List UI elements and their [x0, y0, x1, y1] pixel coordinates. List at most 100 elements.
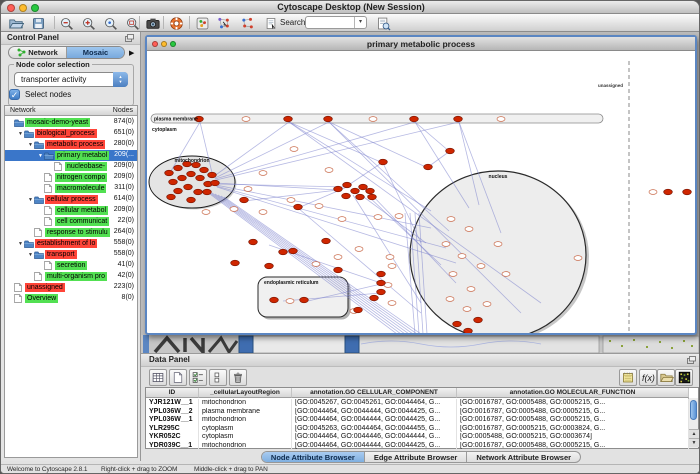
- search-dropdown-icon[interactable]: ▾: [354, 17, 366, 28]
- network-node-outlined[interactable]: [442, 242, 450, 247]
- float-data-panel-icon[interactable]: [687, 356, 696, 364]
- table-cell[interactable]: [GO:0016787, GO:0005215, GO:0003824, G..…: [457, 425, 689, 434]
- table-cell[interactable]: mitochondrion: [199, 416, 292, 425]
- tree-row[interactable]: secretion41(0): [5, 260, 137, 271]
- tree-row[interactable]: ▼metabolic process280(0): [5, 139, 137, 150]
- tree-expand-icon[interactable]: ▼: [17, 241, 24, 247]
- network-node[interactable]: [366, 188, 375, 194]
- network-node-outlined[interactable]: [374, 215, 382, 220]
- network-node[interactable]: [203, 189, 212, 195]
- network-node[interactable]: [377, 271, 386, 277]
- network-node-outlined[interactable]: [386, 255, 394, 260]
- tree-row[interactable]: cell communicat22(0): [5, 216, 137, 227]
- tree-row[interactable]: Overview8(0): [5, 293, 137, 304]
- table-cell[interactable]: [GO:0016787, GO:0005488, GO:0005215, G..…: [457, 416, 689, 425]
- matrix-button[interactable]: [675, 369, 693, 386]
- network-node[interactable]: [334, 267, 343, 273]
- table-column-header[interactable]: _cellularLayoutRegion: [199, 388, 292, 398]
- network-node-outlined[interactable]: [290, 147, 298, 152]
- network-node[interactable]: [208, 172, 217, 178]
- network-node-outlined[interactable]: [458, 254, 466, 259]
- zoom-selected-icon[interactable]: [102, 15, 119, 31]
- tab-node-attribute-browser[interactable]: Node Attribute Browser: [262, 452, 364, 462]
- network-node[interactable]: [377, 289, 386, 295]
- network-node-outlined[interactable]: [202, 210, 210, 215]
- table-cell[interactable]: cytoplasm: [199, 425, 292, 434]
- search-input[interactable]: ▾: [305, 16, 367, 29]
- table-cell[interactable]: [GO:0016787, GO:0005488, GO:0005215, G..…: [457, 408, 689, 417]
- color-attribute-dropdown[interactable]: transporter activity ▲▼: [14, 72, 128, 87]
- network-node[interactable]: [464, 328, 473, 333]
- network-node-outlined[interactable]: [395, 214, 403, 219]
- network-node-outlined[interactable]: [494, 242, 502, 247]
- new-attribute-button[interactable]: [169, 369, 187, 386]
- snapshot-camera-icon[interactable]: [144, 15, 161, 31]
- network-node[interactable]: [351, 188, 360, 194]
- network-node-outlined[interactable]: [259, 171, 267, 176]
- layout-network-alt-icon[interactable]: [239, 15, 256, 31]
- table-cell[interactable]: YPL036W__2: [146, 408, 199, 417]
- network-node[interactable]: [334, 186, 343, 192]
- network-node[interactable]: [664, 189, 673, 195]
- network-node[interactable]: [379, 159, 388, 165]
- network-node[interactable]: [410, 116, 419, 122]
- search-text-input[interactable]: [308, 17, 354, 28]
- network-node[interactable]: [265, 263, 274, 269]
- table-cell[interactable]: cytoplasm: [199, 433, 292, 442]
- network-node[interactable]: [231, 260, 240, 266]
- network-node-outlined[interactable]: [242, 117, 250, 122]
- tab-network[interactable]: Network: [9, 47, 66, 58]
- network-node[interactable]: [359, 184, 368, 190]
- table-cell[interactable]: [GO:0045263, GO:0044464, GO:0044455, G..…: [292, 425, 457, 434]
- network-node-outlined[interactable]: [312, 262, 320, 267]
- network-node[interactable]: [424, 164, 433, 170]
- network-node[interactable]: [368, 194, 377, 200]
- annotation-icon[interactable]: [262, 15, 279, 31]
- tree-row[interactable]: ▼primary metabol209(...: [5, 150, 137, 161]
- network-node[interactable]: [184, 184, 193, 190]
- enhanced-search-icon[interactable]: [375, 15, 392, 31]
- network-node[interactable]: [474, 317, 483, 323]
- network-node-outlined[interactable]: [338, 217, 346, 222]
- network-node-outlined[interactable]: [465, 227, 473, 232]
- network-node[interactable]: [279, 249, 288, 255]
- network-node[interactable]: [294, 204, 303, 210]
- table-cell[interactable]: YJR121W__1: [146, 399, 199, 408]
- tree-row[interactable]: nucleobase-209(0): [5, 161, 137, 172]
- attribute-grid-button[interactable]: [149, 369, 167, 386]
- tabs-overflow-arrow-icon[interactable]: ▶: [129, 49, 134, 57]
- network-node[interactable]: [322, 238, 331, 244]
- network-node-outlined[interactable]: [483, 302, 491, 307]
- table-cell[interactable]: YKR052C: [146, 433, 199, 442]
- network-node-outlined[interactable]: [463, 307, 471, 312]
- network-node[interactable]: [200, 167, 209, 173]
- network-node[interactable]: [174, 188, 183, 194]
- network-node-outlined[interactable]: [502, 272, 510, 277]
- tree-row[interactable]: cellular metabol209(0): [5, 205, 137, 216]
- unselect-attributes-button[interactable]: [209, 369, 227, 386]
- network-node-outlined[interactable]: [369, 117, 377, 122]
- select-attributes-button[interactable]: [189, 369, 207, 386]
- network-node-outlined[interactable]: [497, 117, 505, 122]
- network-node-outlined[interactable]: [259, 210, 267, 215]
- tab-mosaic[interactable]: Mosaic: [66, 47, 124, 58]
- tree-row[interactable]: ▼transport558(0): [5, 249, 137, 260]
- tree-row[interactable]: response to stimulu264(0): [5, 227, 137, 238]
- tree-row[interactable]: multi-organism pro42(0): [5, 271, 137, 282]
- network-node-outlined[interactable]: [388, 301, 396, 306]
- table-column-header[interactable]: ID: [146, 388, 199, 398]
- table-cell[interactable]: [GO:0044464, GO:0044444, GO:0044425, G..…: [292, 416, 457, 425]
- select-nodes-checkbox[interactable]: ✓: [9, 89, 20, 100]
- layout-network-icon[interactable]: [215, 15, 232, 31]
- scrollbar-thumb[interactable]: [690, 400, 697, 420]
- tree-row[interactable]: ▼establishment of lo558(0): [5, 238, 137, 249]
- network-window[interactable]: primary metabolic process plasma membran…: [145, 35, 697, 335]
- network-node[interactable]: [343, 182, 352, 188]
- network-node[interactable]: [187, 171, 196, 177]
- network-node[interactable]: [187, 197, 196, 203]
- scroll-down-icon[interactable]: ▼: [689, 438, 699, 447]
- network-node[interactable]: [165, 170, 174, 176]
- table-cell[interactable]: [GO:0016787, GO:0005488, GO:0005215, G..…: [457, 399, 689, 408]
- network-node[interactable]: [377, 280, 386, 286]
- table-cell[interactable]: plasma membrane: [199, 408, 292, 417]
